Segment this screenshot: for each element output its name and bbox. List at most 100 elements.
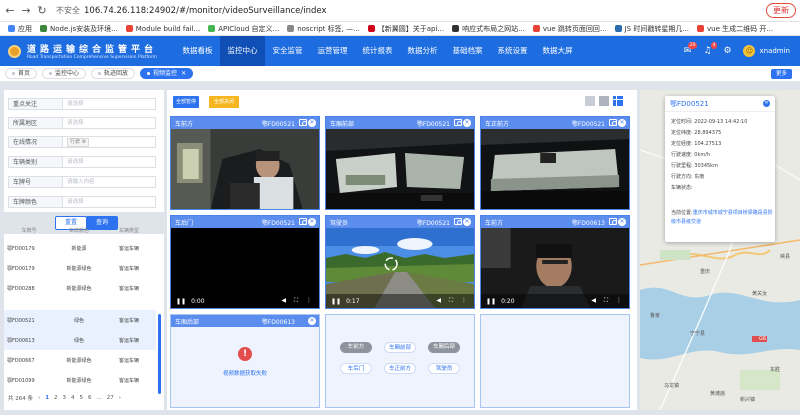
table-row[interactable]: 鄂FD00288 新能源绿色 客运车辆 — [4, 278, 156, 298]
url-text[interactable]: 106.74.26.118:24902/#/monitor/videoSurve… — [84, 6, 327, 16]
bookmark-item[interactable]: Module build fail... — [125, 25, 200, 33]
nav-archives[interactable]: 基础档案 — [445, 36, 490, 66]
video-tile[interactable]: 车后门 鄂FD00521 ✕ ❚❚ 0:00 ◀ ⛶ ⋮ — [170, 215, 320, 309]
nav-safety[interactable]: 安全监管 — [265, 36, 310, 66]
video-tile[interactable]: 车前方 鄂FD00521 ✕ — [170, 116, 320, 210]
bookmark-icon — [40, 25, 47, 32]
video-tile[interactable]: 车正前方 鄂FD00521 ✕ — [480, 116, 630, 210]
region-select[interactable]: 请选择 — [62, 117, 156, 129]
close-icon[interactable]: ✕ — [308, 119, 316, 127]
layout-4-icon[interactable] — [599, 96, 609, 106]
table-row[interactable]: 鄂FD00521 绿色 客运车辆 — [4, 310, 156, 330]
page-number[interactable]: 3 — [63, 395, 67, 401]
video-tile[interactable]: 车前方 鄂FD00613 ✕ ❚❚ 0:20 ◀ ⛶ ⋮ — [480, 215, 630, 309]
nav-monitor-center[interactable]: 监控中心 — [220, 36, 266, 66]
avatar[interactable]: ☺ — [743, 45, 756, 57]
snapshot-icon[interactable] — [299, 119, 307, 126]
camera-chip[interactable]: 车前方 — [340, 342, 372, 353]
page-number[interactable]: 5 — [80, 395, 84, 401]
play-icon[interactable]: ❚❚ — [331, 298, 341, 305]
camera-chip[interactable]: 驾驶员 — [428, 363, 460, 374]
pause-all-button[interactable]: 全部暂停 — [173, 96, 199, 108]
nav-settings[interactable]: 系统设置 — [490, 36, 535, 66]
video-tile-empty[interactable] — [480, 314, 630, 408]
tab-video-monitor[interactable]: 视频监控 ✕ — [140, 68, 194, 79]
camera-chip[interactable]: 车正前方 — [384, 363, 416, 374]
nav-reports[interactable]: 统计报表 — [355, 36, 400, 66]
page-number[interactable]: 6 — [88, 395, 92, 401]
camera-chip[interactable]: 车厢前部 — [384, 342, 416, 353]
bookmark-item[interactable]: 【新翼圆】关于api... — [367, 24, 444, 34]
close-icon[interactable]: ✕ — [618, 218, 626, 226]
close-icon[interactable]: ✕ — [308, 218, 316, 226]
table-row[interactable]: 鄂FD01099 新能源绿色 客运车辆 — [4, 370, 156, 390]
bookmark-item[interactable]: noscript 标签, —... — [287, 24, 360, 34]
page-number[interactable]: 27 — [107, 395, 114, 401]
page-number[interactable]: 1 — [45, 395, 49, 401]
volume-icon[interactable]: ◀ ⛶ ⋮ — [281, 297, 315, 305]
snapshot-icon[interactable] — [454, 218, 462, 225]
snapshot-icon[interactable] — [609, 218, 617, 225]
bookmark-item[interactable]: APICloud 自定义... — [208, 24, 279, 34]
tab-home[interactable]: 首页 — [5, 68, 38, 79]
bell-icon[interactable]: ♫ 4 — [701, 42, 718, 56]
browser-update-button[interactable]: 更新 — [766, 3, 796, 18]
bookmark-item[interactable]: vue 跳转页面回回... — [532, 24, 607, 34]
bookmark-item[interactable]: JS 时间戳转星期几... — [614, 24, 689, 34]
reload-icon[interactable]: ↻ — [36, 4, 48, 17]
close-all-button[interactable]: 全部关闭 — [209, 96, 239, 108]
back-icon[interactable]: ← — [4, 4, 16, 17]
category-select[interactable]: 请选择 — [62, 156, 156, 168]
nav-data-board[interactable]: 数据看板 — [175, 36, 220, 66]
more-tabs-button[interactable]: 更多 — [770, 68, 792, 79]
video-tile[interactable]: 车厢后部 鄂FD00613 ✕ ! 视频数据获取失败 — [170, 314, 320, 408]
video-tile[interactable]: 驾驶员 鄂FD00521 ✕ ❚❚ 0:17 ◀ ⛶ ⋮ — [325, 215, 475, 309]
username[interactable]: xnadmin — [759, 47, 790, 55]
nav-analysis[interactable]: 数据分析 — [400, 36, 445, 66]
close-icon[interactable]: ✕ — [463, 218, 471, 226]
snapshot-icon[interactable] — [299, 218, 307, 225]
camera-chip[interactable]: 车后门 — [340, 363, 372, 374]
bookmark-item[interactable]: 响应式布局之网站... — [452, 24, 525, 34]
forward-icon[interactable]: → — [20, 4, 32, 17]
table-row[interactable]: 鄂FD00179 新能源绿色 客运车辆 — [4, 258, 156, 278]
play-icon[interactable]: ❚❚ — [486, 298, 496, 305]
focus-select[interactable]: 请选择 — [62, 98, 156, 110]
next-page-icon[interactable]: › — [119, 395, 121, 401]
online-select[interactable]: 行驶 ⊗ — [62, 136, 156, 148]
message-icon[interactable]: ✉ 20 — [681, 42, 698, 56]
page-number[interactable]: 4 — [71, 395, 75, 401]
nav-operation[interactable]: 运营管理 — [310, 36, 355, 66]
page-ellipsis[interactable]: ... — [97, 395, 102, 401]
page-number[interactable]: 2 — [54, 395, 58, 401]
play-icon[interactable]: ❚❚ — [176, 298, 186, 305]
close-icon[interactable]: ✕ — [308, 317, 316, 325]
close-icon[interactable]: ✕ — [618, 119, 626, 127]
video-tile[interactable]: 车厢前部 鄂FD00521 ✕ — [325, 116, 475, 210]
close-icon[interactable]: ✕ — [463, 119, 471, 127]
list-scrollbar[interactable] — [158, 314, 161, 394]
bookmark-item[interactable]: Node.js安装及环境... — [40, 24, 118, 34]
nav-big-screen[interactable]: 数据大屏 — [535, 36, 580, 66]
camera-chip[interactable]: 车厢后部 — [428, 342, 460, 353]
tab-track-playback[interactable]: 轨迹回放 — [91, 68, 136, 79]
snapshot-icon[interactable] — [609, 119, 617, 126]
volume-icon[interactable]: ◀ ⛶ ⋮ — [436, 297, 470, 305]
table-row[interactable]: 鄂FD00667 新能源绿色 客运车辆 — [4, 350, 156, 370]
close-icon[interactable]: ✕ — [763, 100, 770, 107]
snapshot-icon[interactable] — [454, 119, 462, 126]
map-view[interactable]: 峡县 黄关汝 重庆 G6 东胜 宁宁县 马龙镇 鲁家 新兴镇 黄滩庙 鄂FD00… — [640, 90, 800, 410]
prev-page-icon[interactable]: ‹ — [38, 395, 40, 401]
layout-1-icon[interactable] — [585, 96, 595, 106]
tile-plate: 鄂FD00521 — [416, 219, 450, 227]
bookmark-item[interactable]: 应用 — [8, 24, 32, 34]
plate-input[interactable]: 请输入内容 — [62, 176, 156, 188]
tab-monitor-center[interactable]: 监控中心 — [42, 68, 87, 79]
table-row[interactable]: 鄂FD00613 绿色 客运车辆 — [4, 330, 156, 350]
volume-icon[interactable]: ◀ ⛶ ⋮ — [591, 297, 625, 305]
layout-9-icon[interactable] — [613, 96, 623, 106]
bookmark-item[interactable]: vue 生成二维码 开... — [697, 24, 773, 34]
settings-icon[interactable]: ⚙ — [721, 46, 733, 56]
plate-color-select[interactable]: 请选择 — [62, 196, 156, 208]
table-row[interactable]: 鄂FD00179 新能源 客运车辆 — [4, 238, 156, 258]
